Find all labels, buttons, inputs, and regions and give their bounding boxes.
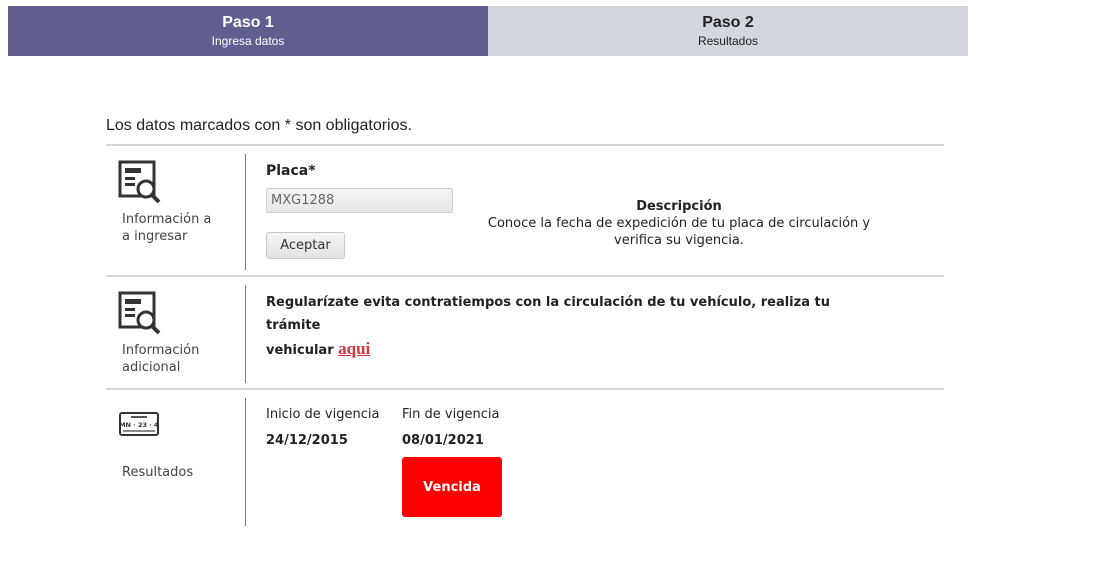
step-2-title: Paso 2 — [702, 14, 754, 32]
accept-button[interactable]: Aceptar — [266, 232, 345, 259]
plate-input[interactable]: MXG1288 — [266, 188, 453, 213]
stepper: Paso 1 Ingresa datos Paso 2 Resultados — [8, 6, 968, 56]
promo-line-1: Regularízate evita contratiempos con la … — [266, 295, 830, 333]
additional-section-sidebar: Información adicional — [106, 285, 246, 383]
end-validity-value: 08/01/2021 — [402, 433, 484, 448]
additional-section: Información adicional Regularízate evita… — [106, 275, 944, 389]
form-search-icon — [118, 291, 162, 339]
end-validity-label: Fin de vigencia — [402, 407, 500, 422]
form-search-icon — [118, 160, 162, 208]
additional-section-label-1: Información — [122, 343, 200, 358]
promo-line-2-prefix: vehicular — [266, 343, 334, 358]
license-plate-icon-text: LMN · 23 · 45 — [119, 421, 159, 429]
description: Descripción Conoce la fecha de expedició… — [476, 198, 882, 249]
additional-section-label-2: adicional — [122, 360, 181, 375]
start-validity-label: Inicio de vigencia — [266, 407, 380, 422]
description-text-2: verifica su vigencia. — [614, 233, 744, 248]
input-section-label-1: Información a — [122, 212, 212, 227]
promo-line-2: vehicular aqui — [266, 337, 866, 362]
step-1[interactable]: Paso 1 Ingresa datos — [8, 6, 488, 56]
step-1-subtitle: Ingresa datos — [211, 34, 285, 49]
license-plate-icon: LMN · 23 · 45 — [115, 412, 164, 440]
status-badge: Vencida — [402, 457, 502, 517]
results-section: LMN · 23 · 45 Resultados Inicio de vigen… — [106, 388, 944, 530]
procedure-link[interactable]: aqui — [338, 339, 370, 358]
start-validity-value: 24/12/2015 — [266, 433, 348, 448]
required-fields-note: Los datos marcados con * son obligatorio… — [106, 117, 412, 134]
input-section-sidebar: Información a a ingresar — [106, 154, 246, 270]
results-section-sidebar: LMN · 23 · 45 Resultados — [106, 398, 246, 526]
promo-text: Regularízate evita contratiempos con la … — [266, 291, 866, 362]
results-section-label: Resultados — [122, 465, 194, 480]
step-2[interactable]: Paso 2 Resultados — [488, 6, 968, 56]
plate-label: Placa* — [266, 163, 316, 179]
input-section-label-2: a ingresar — [122, 229, 188, 244]
description-title: Descripción — [636, 199, 722, 214]
step-2-subtitle: Resultados — [697, 34, 759, 49]
input-section: Información a a ingresar Placa* MXG1288 … — [106, 144, 944, 276]
step-1-title: Paso 1 — [222, 14, 274, 32]
description-text-1: Conoce la fecha de expedición de tu plac… — [487, 216, 871, 231]
